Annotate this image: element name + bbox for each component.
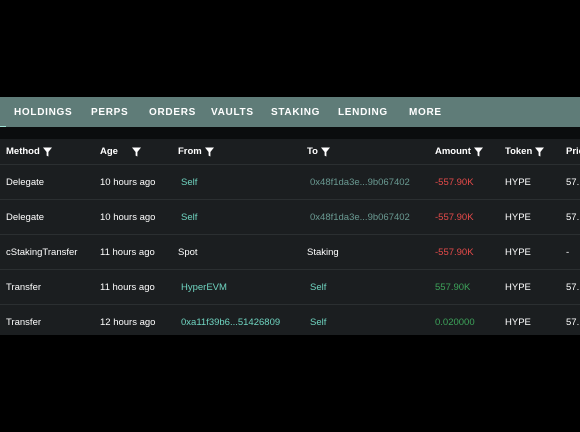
cell-age: 11 hours ago bbox=[100, 247, 155, 258]
table-row[interactable]: Delegate 10 hours ago Self 0x48f1da3e...… bbox=[0, 200, 580, 235]
cell-amount: 0.020000 bbox=[435, 317, 475, 328]
cell-method: Delegate bbox=[6, 212, 45, 223]
cell-from-link[interactable]: Self bbox=[181, 212, 197, 223]
cell-to-link[interactable]: Self bbox=[310, 317, 326, 328]
filter-icon[interactable] bbox=[320, 147, 330, 157]
tab-staking[interactable]: STAKING bbox=[271, 107, 320, 118]
filter-icon[interactable] bbox=[473, 147, 483, 157]
cell-from-link[interactable]: Self bbox=[181, 177, 197, 188]
table-header: Method Age From To Amount Token Pri bbox=[0, 139, 580, 165]
cell-price: 57. bbox=[566, 212, 580, 223]
cell-amount: 557.90K bbox=[435, 282, 471, 293]
cell-token: HYPE bbox=[505, 282, 531, 293]
column-header-method[interactable]: Method bbox=[6, 146, 52, 157]
table-row[interactable]: Delegate 10 hours ago Self 0x48f1da3e...… bbox=[0, 165, 580, 200]
filter-icon[interactable] bbox=[131, 147, 141, 157]
column-header-age[interactable]: Age bbox=[100, 146, 141, 157]
cell-amount: -557.90K bbox=[435, 212, 474, 223]
tab-more[interactable]: MORE bbox=[409, 107, 442, 118]
filter-icon[interactable] bbox=[204, 147, 214, 157]
tab-lending[interactable]: LENDING bbox=[338, 107, 388, 118]
cell-age: 10 hours ago bbox=[100, 212, 156, 223]
tab-bar: HOLDINGS PERPS ORDERS VAULTS STAKING LEN… bbox=[0, 97, 580, 128]
cell-method: cStakingTransfer bbox=[6, 247, 78, 258]
cell-method: Transfer bbox=[6, 317, 42, 328]
cell-price: 57. bbox=[566, 317, 580, 328]
tab-vaults[interactable]: VAULTS bbox=[211, 107, 254, 118]
cell-age: 12 hours ago bbox=[100, 317, 156, 328]
cell-to-link[interactable]: Self bbox=[310, 282, 326, 293]
cell-token: HYPE bbox=[505, 177, 531, 188]
filter-icon[interactable] bbox=[42, 147, 52, 157]
cell-token: HYPE bbox=[505, 247, 531, 258]
cell-amount: -557.90K bbox=[435, 177, 474, 188]
tab-holdings[interactable]: HOLDINGS bbox=[14, 107, 72, 118]
column-header-to[interactable]: To bbox=[307, 146, 330, 157]
cell-price: - bbox=[566, 247, 570, 258]
column-header-token[interactable]: Token bbox=[505, 146, 545, 157]
cell-from: Spot bbox=[178, 247, 198, 258]
transactions-table: Method Age From To Amount Token Pri Dele… bbox=[0, 139, 580, 335]
background bbox=[0, 335, 580, 432]
cell-from-link[interactable]: 0xa11f39b6...51426809 bbox=[181, 317, 280, 328]
cell-amount: -557.90K bbox=[435, 247, 474, 258]
cell-to: Staking bbox=[307, 247, 339, 258]
table-row[interactable]: cStakingTransfer 11 hours ago Spot Staki… bbox=[0, 235, 580, 270]
cell-price: 57. bbox=[566, 177, 580, 188]
cell-token: HYPE bbox=[505, 212, 531, 223]
cell-method: Transfer bbox=[6, 282, 42, 293]
filter-icon[interactable] bbox=[535, 147, 545, 157]
table-row[interactable]: Transfer 12 hours ago 0xa11f39b6...51426… bbox=[0, 305, 580, 335]
cell-age: 11 hours ago bbox=[100, 282, 155, 293]
cell-to-link[interactable]: 0x48f1da3e...9b067402 bbox=[310, 177, 410, 188]
screen: HOLDINGS PERPS ORDERS VAULTS STAKING LEN… bbox=[0, 0, 580, 432]
tab-orders[interactable]: ORDERS bbox=[149, 107, 196, 118]
table-row[interactable]: Transfer 11 hours ago HyperEVM Self 557.… bbox=[0, 270, 580, 305]
cell-to-link[interactable]: 0x48f1da3e...9b067402 bbox=[310, 212, 410, 223]
column-header-price[interactable]: Pric bbox=[566, 146, 580, 157]
cell-method: Delegate bbox=[6, 177, 45, 188]
cell-age: 10 hours ago bbox=[100, 177, 156, 188]
tab-perps[interactable]: PERPS bbox=[91, 107, 128, 118]
column-header-amount[interactable]: Amount bbox=[435, 146, 483, 157]
column-header-from[interactable]: From bbox=[178, 146, 214, 157]
cell-from-link[interactable]: HyperEVM bbox=[181, 282, 227, 293]
cell-price: 57. bbox=[566, 282, 580, 293]
cell-token: HYPE bbox=[505, 317, 531, 328]
spacer bbox=[0, 127, 580, 139]
